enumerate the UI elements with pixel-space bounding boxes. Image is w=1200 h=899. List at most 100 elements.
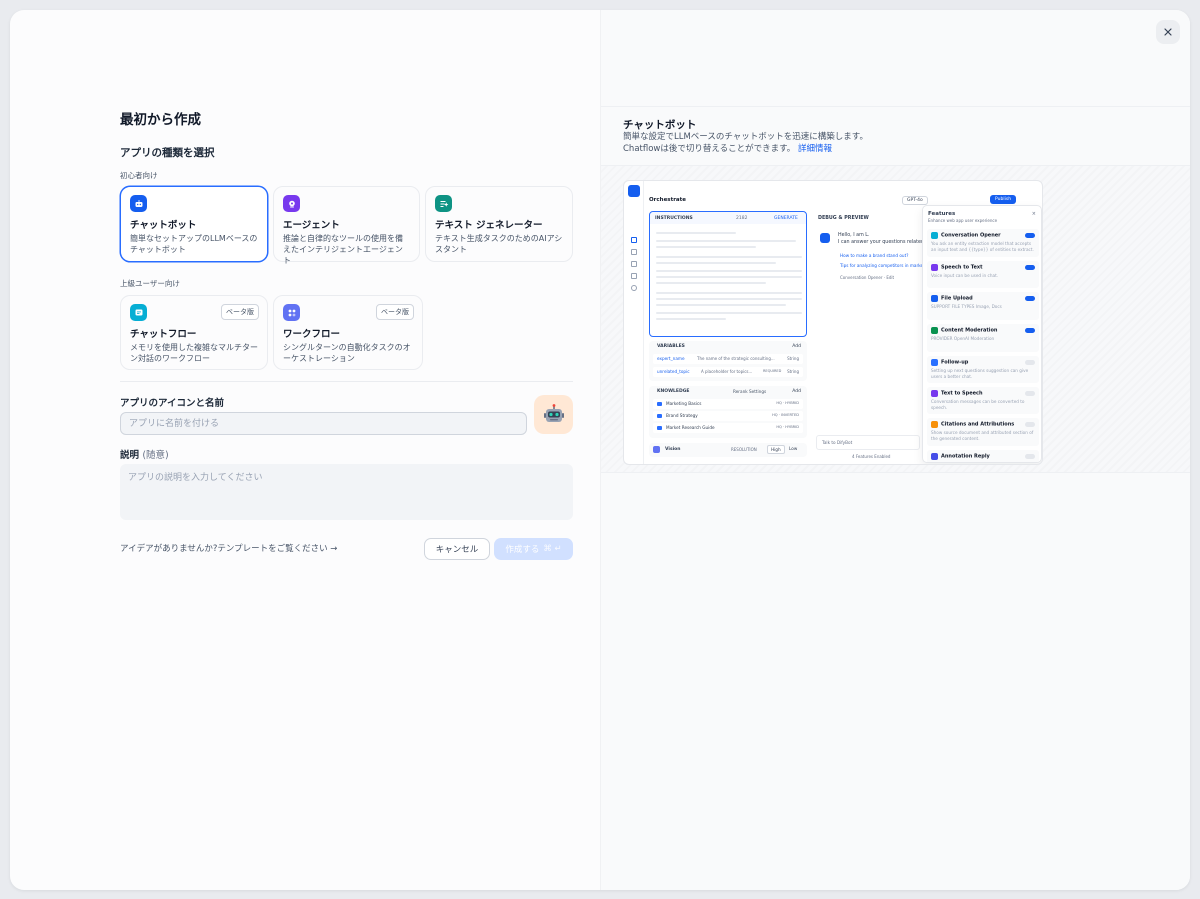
browse-templates-link[interactable]: アイデアがありませんか?テンプレートをご覧ください → <box>120 542 337 554</box>
resolution-high: High <box>767 445 785 454</box>
preview-sidebar <box>624 181 644 464</box>
create-button[interactable]: 作成する ⌘ ↵ <box>494 538 573 560</box>
var-name: expert_name <box>657 356 685 361</box>
variables-panel: VARIABLES Add expert_name The name of th… <box>649 341 807 381</box>
card-title: チャットボット <box>130 220 197 231</box>
divider <box>601 165 1190 166</box>
var-desc: A placeholder for topics... <box>701 369 753 374</box>
chat-input: Talk to DifyBot <box>822 440 853 445</box>
kb-name: Market Research Guide <box>666 425 715 430</box>
app-type-chatbot[interactable]: チャットボット 簡単なセットアップのLLMベースのチャットボット <box>120 186 268 262</box>
model-selector: GPT-4o <box>902 196 928 205</box>
suggestion: Tips for analyzing competitors in marke <box>840 263 924 268</box>
card-desc: 推論と自律的なツールの使用を備えたインテリジェントエージェント <box>283 234 403 265</box>
greeting-line: Hello, I am L. <box>838 233 870 238</box>
orchestrate-title: Orchestrate <box>649 197 686 203</box>
agent-icon <box>283 195 300 212</box>
feature-item: Text to Speech Conversation messages can … <box>927 387 1039 414</box>
features-enabled: 4 Features Enabled <box>852 454 891 459</box>
kb-tag: HQ · HYBRID <box>776 401 799 405</box>
knowledge-label: KNOWLEDGE <box>657 389 690 394</box>
app-icon-picker[interactable] <box>534 395 573 434</box>
feature-item: Follow-up Setting up next questions sugge… <box>927 356 1039 383</box>
kb-name: Brand Strategy <box>666 413 698 418</box>
preview-title: チャットボット <box>623 119 697 131</box>
kb-tag: HQ · INVERTED <box>772 413 799 417</box>
bot-icon <box>628 185 640 197</box>
beginner-label: 初心者向け <box>120 171 158 180</box>
app-type-chatflow[interactable]: ベータ版 チャットフロー メモリを使用した複雑なマルチターン対話のワークフロー <box>120 295 268 370</box>
robot-icon <box>543 403 564 422</box>
workflow-icon <box>283 304 300 321</box>
debug-label: DEBUG & PREVIEW <box>818 216 869 221</box>
features-subtitle: Enhance web app user experience <box>928 218 998 223</box>
card-title: テキスト ジェネレーター <box>435 220 543 231</box>
app-type-text-generator[interactable]: テキスト ジェネレーター テキスト生成タスクのためのAIアシスタント <box>425 186 573 262</box>
feature-item: Conversation Opener You ask an entity ext… <box>927 229 1039 257</box>
card-desc: 簡単なセットアップのLLMベースのチャットボット <box>130 234 258 254</box>
vision-row: Vision RESOLUTION High Low <box>649 443 807 457</box>
card-title: エージェント <box>283 220 340 231</box>
chatbot-icon <box>130 195 147 212</box>
variables-label: VARIABLES <box>657 344 685 349</box>
chatflow-icon <box>130 304 147 321</box>
resolution-low: Low <box>789 446 798 451</box>
cancel-button[interactable]: キャンセル <box>424 538 490 560</box>
add-label: Add <box>792 344 801 349</box>
feature-item: Annotation Reply <box>927 450 1039 462</box>
close-icon: × <box>1031 211 1036 217</box>
publish-button: Publish <box>990 195 1017 204</box>
text-generator-icon <box>435 195 452 212</box>
preview-description: 簡単な設定でLLMベースのチャットボットを迅速に構築します。 Chatflowは… <box>623 132 868 154</box>
preview-screenshot: Orchestrate GPT-4o Publish INSTRUCTIONS … <box>623 180 1043 465</box>
var-desc: The name of the strategic consulting... <box>697 356 775 361</box>
instructions-label: INSTRUCTIONS <box>655 215 693 221</box>
close-button[interactable] <box>1156 20 1180 44</box>
create-app-modal: 最初から作成 アプリの種類を選択 初心者向け チャットボット 簡単なセットアップ… <box>10 10 1190 890</box>
kb-name: Marketing Basics <box>666 401 702 406</box>
name-label: アプリのアイコンと名前 <box>120 398 225 409</box>
card-title: チャットフロー <box>130 329 197 340</box>
vision-label: Vision <box>665 447 681 452</box>
feature-item: Content Moderation PROVIDER OpenAI Modera… <box>927 324 1039 352</box>
divider <box>120 381 573 382</box>
close-icon <box>1164 28 1172 36</box>
page-title: 最初から作成 <box>120 112 201 128</box>
var-type: String <box>787 369 799 374</box>
app-description-input[interactable] <box>120 464 573 520</box>
generate-label: GENERATE <box>774 215 798 221</box>
features-panel: Features Enhance web app user experience… <box>922 205 1042 463</box>
feature-item: Speech to Text Voice input can be used in… <box>927 261 1039 288</box>
divider <box>601 472 1190 473</box>
desc-label: 説明 (随意) <box>120 450 169 461</box>
app-name-input[interactable] <box>120 412 527 435</box>
feature-item: File Upload SUPPORT FILE TYPES Image, Doc… <box>927 292 1039 320</box>
beta-badge: ベータ版 <box>221 304 259 320</box>
resolution-label: RESOLUTION <box>731 447 757 452</box>
arrow-right-icon: → <box>330 544 338 554</box>
card-title: ワークフロー <box>283 329 341 340</box>
advanced-label: 上級ユーザー向け <box>120 279 180 288</box>
preview-panel: チャットボット 簡単な設定でLLMベースのチャットボットを迅速に構築します。 C… <box>600 10 1190 890</box>
divider <box>601 106 1190 107</box>
features-title: Features <box>928 211 956 217</box>
add-label: Add <box>792 389 801 394</box>
var-required: REQUIRED <box>763 369 782 373</box>
knowledge-panel: KNOWLEDGE Rerank Settings Add Marketing … <box>649 386 807 438</box>
beta-badge: ベータ版 <box>376 304 414 320</box>
learn-more-link[interactable]: 詳細情報 <box>798 144 832 154</box>
instructions-box: INSTRUCTIONS 2182 GENERATE <box>649 211 807 337</box>
app-type-title: アプリの種類を選択 <box>120 147 215 159</box>
card-desc: テキスト生成タスクのためのAIアシスタント <box>435 234 563 254</box>
instructions-count: 2182 <box>736 215 748 221</box>
kb-tag: HQ · HYBRID <box>776 425 799 429</box>
var-name: unrelated_topic <box>657 369 690 374</box>
card-desc: メモリを使用した複雑なマルチターン対話のワークフロー <box>130 343 258 363</box>
form-panel: 最初から作成 アプリの種類を選択 初心者向け チャットボット 簡単なセットアップ… <box>10 10 600 890</box>
card-desc: シングルターンの自動化タスクのオーケストレーション <box>283 343 411 363</box>
var-type: String <box>787 356 799 361</box>
app-type-agent[interactable]: エージェント 推論と自律的なツールの使用を備えたインテリジェントエージェント <box>273 186 420 265</box>
rerank-label: Rerank Settings <box>733 389 767 394</box>
greeting-line: I can answer your questions related <box>838 240 924 245</box>
app-type-workflow[interactable]: ベータ版 ワークフロー シングルターンの自動化タスクのオーケストレーション <box>273 295 423 370</box>
